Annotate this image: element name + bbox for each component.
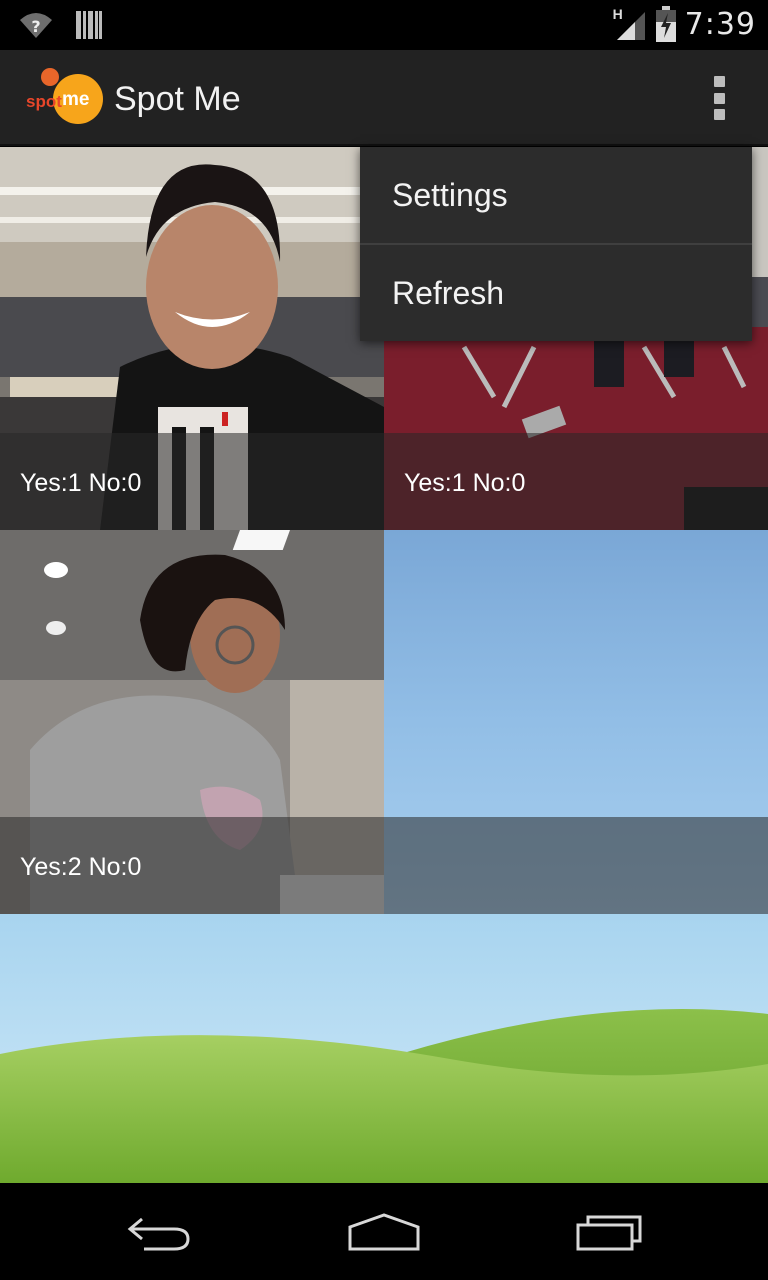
wifi-unknown-icon: ? (20, 13, 52, 38)
barcode-notification-icon (76, 11, 102, 39)
logo-text-spot: spot (26, 92, 62, 111)
menu-item-label: Settings (392, 177, 508, 213)
battery-charging-icon (655, 6, 676, 42)
home-icon (348, 1213, 420, 1251)
overflow-popup-menu: Settings Refresh (360, 147, 752, 341)
back-icon (127, 1217, 190, 1251)
photo-tile[interactable]: Yes:1 No:0 (0, 147, 384, 530)
home-button[interactable] (329, 1203, 439, 1263)
vote-count: Yes:1 No:0 (20, 469, 142, 497)
photo-tile[interactable] (384, 530, 768, 914)
signal-icon: H (613, 6, 647, 42)
system-icons: H 7:39 (613, 6, 756, 42)
status-bar: ? H 7:39 (0, 0, 768, 50)
vote-caption (384, 817, 768, 914)
svg-text:?: ? (31, 17, 40, 36)
recent-apps-button[interactable] (554, 1203, 664, 1263)
photo-green-hills (0, 914, 768, 1183)
vote-caption: Yes:2 No:0 (0, 817, 384, 914)
overflow-menu-icon[interactable] (712, 76, 726, 120)
clock: 7:39 (684, 6, 756, 42)
notification-icons: ? (18, 10, 102, 40)
vote-count: Yes:2 No:0 (20, 853, 142, 881)
action-bar: spot me Spot Me (0, 50, 768, 146)
photo-tile[interactable]: Yes:2 No:0 (0, 530, 384, 914)
vote-caption: Yes:1 No:0 (0, 433, 384, 530)
vote-caption: Yes:1 No:0 (384, 433, 768, 530)
vote-count: Yes:1 No:0 (404, 469, 526, 497)
photo-tile[interactable] (0, 914, 768, 1183)
menu-item-settings[interactable]: Settings (360, 147, 752, 243)
spotme-logo-icon: spot me (26, 68, 103, 124)
back-button[interactable] (104, 1203, 214, 1263)
menu-item-refresh[interactable]: Refresh (360, 245, 752, 341)
app-logo[interactable]: spot me (24, 67, 104, 127)
menu-item-label: Refresh (392, 275, 505, 311)
recent-apps-icon (576, 1215, 642, 1251)
navigation-bar (0, 1183, 768, 1280)
logo-text-me: me (62, 89, 89, 110)
app-title: Spot Me (114, 80, 241, 118)
